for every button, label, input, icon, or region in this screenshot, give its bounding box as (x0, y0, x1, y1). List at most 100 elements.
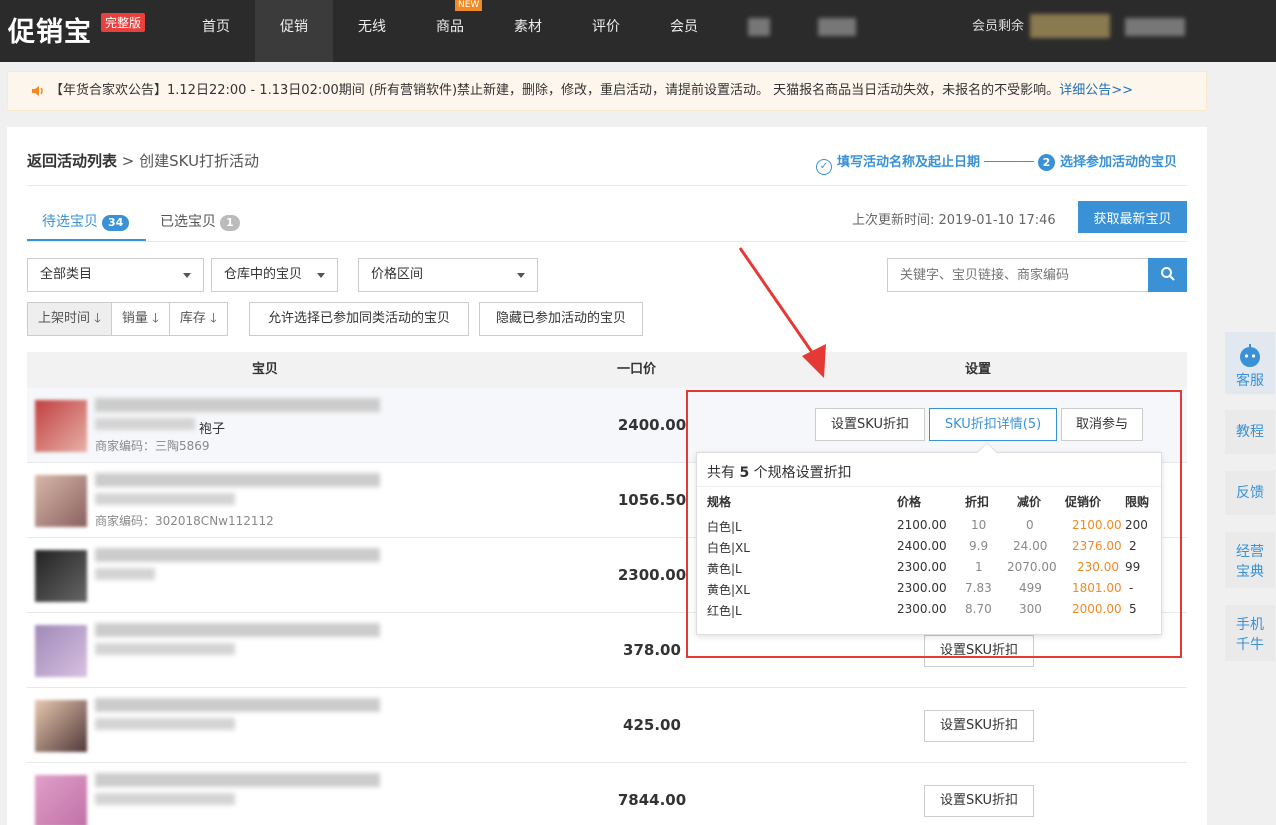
blurred-nav-item (818, 18, 856, 36)
sort-by-stock[interactable]: 库存 🡓 (169, 303, 227, 335)
sort-label: 上架时间 (38, 311, 91, 326)
nav-mobile[interactable]: 无线 (333, 0, 411, 62)
announcement-bar: 【年货合家欢公告】1.12日22:00 - 1.13日02:00期间 (所有营销… (7, 71, 1207, 111)
nav-materials[interactable]: 素材 (489, 0, 567, 62)
top-nav: 促销宝 完整版 首页 促销 无线 商品 NEW 素材 评价 会员 会员剩余 (0, 0, 1276, 62)
product-thumbnail[interactable] (35, 700, 87, 752)
back-to-list-link[interactable]: 返回活动列表 (27, 152, 117, 170)
nav-home[interactable]: 首页 (177, 0, 255, 62)
announcement-detail-link[interactable]: 详细公告>> (1059, 83, 1133, 98)
highlight-box (686, 390, 1182, 658)
step-indicator: ✓ 填写活动名称及起止日期 2 选择参加活动的宝贝 (815, 151, 1177, 175)
product-price: 425.00 (623, 716, 681, 734)
allow-same-type-button[interactable]: 允许选择已参加同类活动的宝贝 (249, 302, 469, 336)
sidebar-label: 客服 (1236, 373, 1264, 389)
pending-count-badge: 34 (102, 215, 130, 231)
breadcrumb-separator: > (117, 152, 140, 170)
blurred-product-title (95, 623, 380, 637)
tab-pending-items[interactable]: 待选宝贝 34 (42, 211, 130, 231)
sidebar-business-guide[interactable]: 经营宝典 (1225, 532, 1275, 588)
edition-badge: 完整版 (101, 13, 146, 32)
nav-promotion[interactable]: 促销 (255, 0, 333, 62)
table-header: 宝贝 一口价 设置 (27, 352, 1187, 388)
blurred-product-title (95, 793, 235, 805)
sort-group: 上架时间 🡓 销量 🡓 库存 🡓 (27, 302, 228, 336)
step-2-number: 2 (1037, 154, 1055, 171)
product-thumbnail[interactable] (35, 775, 87, 825)
page-title: 创建SKU打折活动 (139, 152, 260, 170)
product-code: 商家编码：302018CNw112112 (95, 514, 274, 528)
category-select[interactable]: 全部类目 (27, 258, 204, 292)
table-row: 7844.00 设置SKU折扣 (27, 763, 1187, 825)
set-sku-discount-button[interactable]: 设置SKU折扣 (924, 710, 1034, 742)
search-input[interactable] (887, 258, 1149, 292)
new-badge: NEW (455, 0, 483, 11)
set-sku-discount-button[interactable]: 设置SKU折扣 (924, 785, 1034, 817)
breadcrumb: 返回活动列表 > 创建SKU打折活动 (27, 150, 259, 171)
blurred-product-title (95, 548, 380, 562)
chat-bot-icon (1240, 344, 1260, 367)
speaker-icon (32, 86, 43, 96)
arrow-down-icon: 🡓 (94, 311, 101, 326)
caret-down-icon (517, 273, 525, 278)
last-update-time: 上次更新时间: 2019-01-10 17:46 (852, 213, 1056, 228)
product-thumbnail[interactable] (35, 475, 87, 527)
sidebar-tutorial[interactable]: 教程 (1225, 410, 1275, 454)
price-range-select[interactable]: 价格区间 (358, 258, 538, 292)
product-code: 商家编码：三陶5869 (95, 439, 210, 453)
sidebar-mobile-qianniu[interactable]: 手机千牛 (1225, 605, 1275, 661)
tab-selected-label: 已选宝贝 (160, 214, 216, 230)
product-thumbnail[interactable] (35, 625, 87, 677)
step-1-label: 填写活动名称及起止日期 (836, 155, 980, 170)
blurred-product-title (95, 773, 380, 787)
tab-selected-items[interactable]: 已选宝贝 1 (160, 211, 240, 231)
nav-products[interactable]: 商品 NEW (411, 0, 489, 62)
step-connector (983, 161, 1034, 162)
announcement-text: 【年货合家欢公告】1.12日22:00 - 1.13日02:00期间 (所有营销… (50, 83, 1060, 98)
blurred-product-title (95, 698, 380, 712)
status-select[interactable]: 仓库中的宝贝 (211, 258, 338, 292)
sort-label: 库存 (179, 311, 206, 326)
nav-members[interactable]: 会员 (645, 0, 723, 62)
member-remaining-label: 会员剩余 (972, 19, 1025, 34)
product-title: 袍子 (199, 422, 226, 437)
sort-by-list-time[interactable]: 上架时间 🡓 (28, 303, 112, 335)
app-logo[interactable]: 促销宝 (8, 10, 92, 49)
check-icon: ✓ (815, 159, 832, 175)
blurred-product-title (95, 418, 195, 430)
table-row: 425.00 设置SKU折扣 (27, 688, 1187, 763)
step-2-label: 选择参加活动的宝贝 (1059, 155, 1177, 170)
divider (27, 241, 1187, 242)
product-price: 7844.00 (617, 791, 687, 809)
tab-pending-label: 待选宝贝 (42, 214, 98, 230)
annotation-arrow-icon (738, 247, 826, 378)
arrow-down-icon: 🡓 (152, 311, 159, 326)
col-header-price: 一口价 (617, 362, 657, 377)
blurred-nav-item (748, 18, 770, 36)
divider (27, 185, 1187, 186)
col-header-item: 宝贝 (252, 362, 279, 377)
sort-label: 销量 (121, 311, 148, 326)
caret-down-icon (317, 273, 325, 278)
product-thumbnail[interactable] (35, 400, 87, 452)
price-range-value: 价格区间 (371, 267, 424, 282)
blurred-product-title (95, 718, 235, 730)
blurred-product-title (95, 568, 155, 580)
search-icon (1160, 266, 1175, 281)
sidebar-customer-service[interactable]: 客服 (1225, 332, 1275, 394)
status-select-value: 仓库中的宝贝 (224, 267, 303, 282)
blurred-product-title (95, 493, 235, 505)
refresh-items-button[interactable]: 获取最新宝贝 (1078, 201, 1187, 233)
sidebar-feedback[interactable]: 反馈 (1225, 471, 1275, 515)
nav-reviews[interactable]: 评价 (567, 0, 645, 62)
sort-by-sales[interactable]: 销量 🡓 (111, 303, 170, 335)
search-button[interactable] (1148, 258, 1187, 292)
hide-joined-button[interactable]: 隐藏已参加活动的宝贝 (479, 302, 643, 336)
blurred-member-info (1030, 14, 1110, 38)
blurred-user-name (1125, 18, 1185, 36)
col-header-settings: 设置 (965, 362, 992, 377)
blurred-product-title (95, 473, 380, 487)
caret-down-icon (183, 273, 191, 278)
product-thumbnail[interactable] (35, 550, 87, 602)
nav-products-label: 商品 (436, 19, 464, 35)
